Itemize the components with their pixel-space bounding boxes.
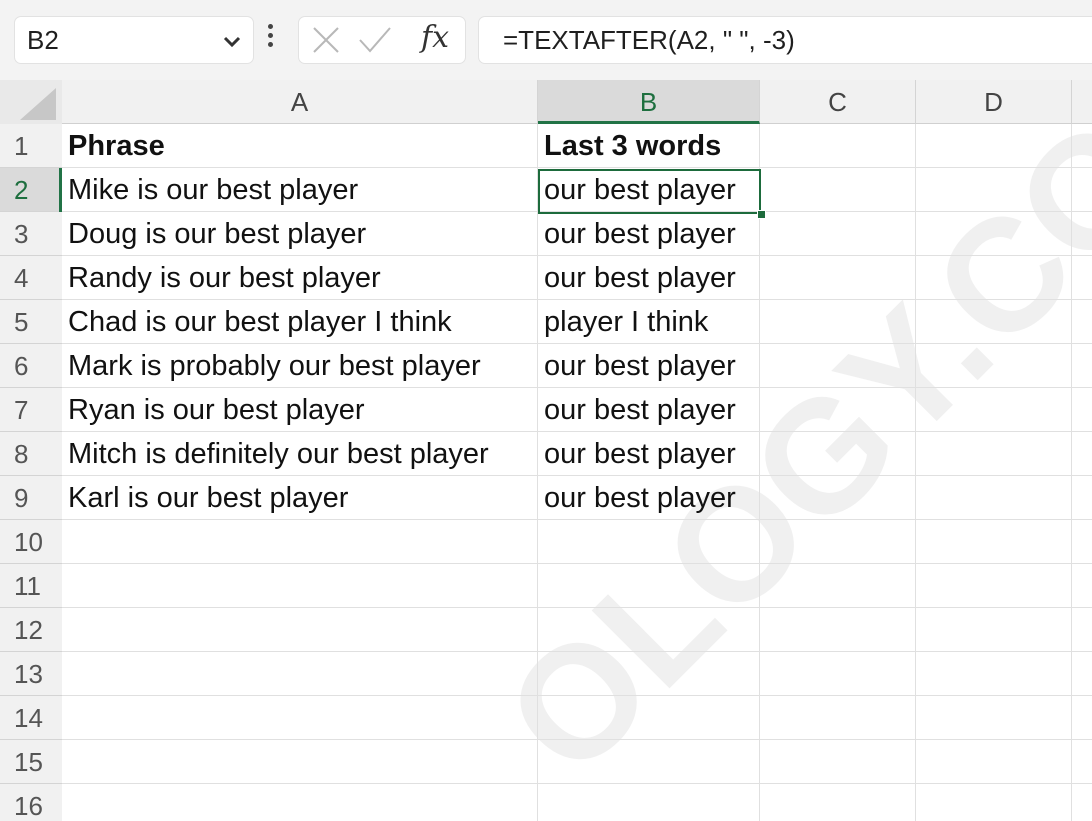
row-header-2[interactable]: 2 <box>0 168 62 212</box>
row-header-14[interactable]: 14 <box>0 696 62 740</box>
cancel-icon[interactable] <box>311 25 341 55</box>
cell-b5[interactable]: player I think <box>538 300 760 344</box>
row-header-16[interactable]: 16 <box>0 784 62 821</box>
cell-b11[interactable] <box>538 564 760 608</box>
name-box[interactable]: B2 <box>14 16 254 64</box>
cell-a10[interactable] <box>62 520 538 564</box>
cell-b15[interactable] <box>538 740 760 784</box>
cell-a5[interactable]: Chad is our best player I think <box>62 300 538 344</box>
cell-a6[interactable]: Mark is probably our best player <box>62 344 538 388</box>
formula-actions: fx <box>298 16 466 64</box>
row-header-13[interactable]: 13 <box>0 652 62 696</box>
cell-b9[interactable]: our best player <box>538 476 760 520</box>
cell-a8[interactable]: Mitch is definitely our best player <box>62 432 538 476</box>
row-header-1[interactable]: 1 <box>0 124 62 168</box>
cell-a11[interactable] <box>62 564 538 608</box>
cell-a4[interactable]: Randy is our best player <box>62 256 538 300</box>
column-header-b[interactable]: B <box>538 80 760 124</box>
name-box-value: B2 <box>27 25 59 55</box>
formula-text: =TEXTAFTER(A2, " ", -3) <box>503 25 795 55</box>
cell-b16[interactable] <box>538 784 760 821</box>
cell-b12[interactable] <box>538 608 760 652</box>
cell-a2[interactable]: Mike is our best player <box>62 168 538 212</box>
formula-bar: B2 fx =TEXTAFTER(A2, " ", -3) <box>0 0 1092 80</box>
gridline-vertical <box>915 124 916 821</box>
column-header-c[interactable]: C <box>760 80 916 124</box>
enter-icon[interactable] <box>357 25 393 55</box>
row-header-15[interactable]: 15 <box>0 740 62 784</box>
cell-b3[interactable]: our best player <box>538 212 760 256</box>
cell-a12[interactable] <box>62 608 538 652</box>
select-all-corner[interactable] <box>0 80 62 124</box>
cell-a9[interactable]: Karl is our best player <box>62 476 538 520</box>
cell-b1[interactable]: Last 3 words <box>538 124 760 168</box>
chevron-down-icon[interactable] <box>221 31 243 53</box>
row-header-8[interactable]: 8 <box>0 432 62 476</box>
row-header-5[interactable]: 5 <box>0 300 62 344</box>
cell-b6[interactable]: our best player <box>538 344 760 388</box>
cell-a15[interactable] <box>62 740 538 784</box>
cell-b4[interactable]: our best player <box>538 256 760 300</box>
cell-b13[interactable] <box>538 652 760 696</box>
row-header-9[interactable]: 9 <box>0 476 62 520</box>
cell-b10[interactable] <box>538 520 760 564</box>
cell-b14[interactable] <box>538 696 760 740</box>
cell-a7[interactable]: Ryan is our best player <box>62 388 538 432</box>
row-header-3[interactable]: 3 <box>0 212 62 256</box>
row-header-11[interactable]: 11 <box>0 564 62 608</box>
cell-a1[interactable]: Phrase <box>62 124 538 168</box>
row-header-7[interactable]: 7 <box>0 388 62 432</box>
cell-a16[interactable] <box>62 784 538 821</box>
cell-a13[interactable] <box>62 652 538 696</box>
gridline-vertical <box>1071 124 1072 821</box>
column-header-d[interactable]: D <box>916 80 1072 124</box>
cell-a14[interactable] <box>62 696 538 740</box>
spreadsheet-grid: OLOGY.CO A B C D 1 Phrase Last 3 words 2 Mike is… <box>0 80 1092 821</box>
row-header-6[interactable]: 6 <box>0 344 62 388</box>
formula-input[interactable]: =TEXTAFTER(A2, " ", -3) <box>478 16 1092 64</box>
cell-a3[interactable]: Doug is our best player <box>62 212 538 256</box>
cell-b7[interactable]: our best player <box>538 388 760 432</box>
row-header-12[interactable]: 12 <box>0 608 62 652</box>
cell-b8[interactable]: our best player <box>538 432 760 476</box>
column-header-e[interactable] <box>1072 80 1092 124</box>
column-header-a[interactable]: A <box>62 80 538 124</box>
more-options-icon[interactable] <box>268 24 274 54</box>
row-header-10[interactable]: 10 <box>0 520 62 564</box>
row-header-4[interactable]: 4 <box>0 256 62 300</box>
active-cell-border <box>538 169 761 214</box>
insert-function-icon[interactable]: fx <box>421 20 449 55</box>
fill-handle[interactable] <box>757 210 766 219</box>
